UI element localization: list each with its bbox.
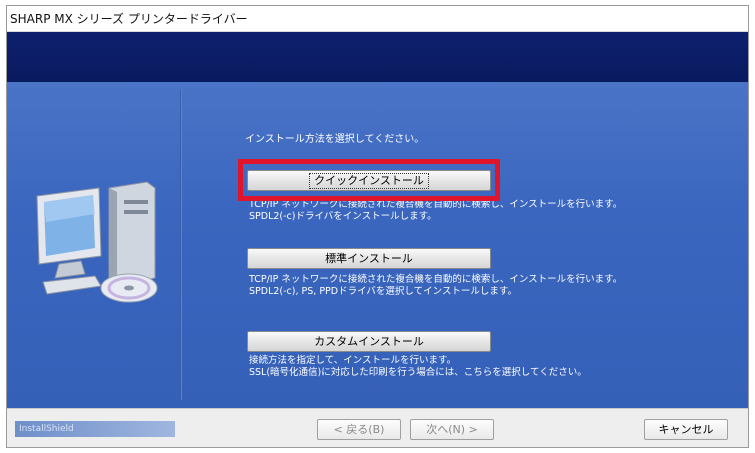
instruction-text: インストール方法を選択してください。 bbox=[245, 134, 425, 145]
content-area: インストール方法を選択してください。 クイックインストール TCP/IP ネット… bbox=[7, 82, 748, 408]
installshield-label: InstallShield bbox=[15, 421, 175, 437]
header-banner bbox=[7, 32, 748, 82]
next-button[interactable]: 次へ(N) > bbox=[410, 419, 494, 440]
standard-install-description: TCP/IP ネットワークに接続された複合機を自動的に検索し、インストールを行い… bbox=[249, 274, 623, 297]
footer-bar: InstallShield < 戻る(B) 次へ(N) > キャンセル bbox=[7, 408, 748, 447]
quick-install-button[interactable]: クイックインストール bbox=[247, 170, 491, 191]
custom-install-description: 接続方法を指定して、インストールを行います。 SSL(暗号化通信)に対応した印刷… bbox=[249, 355, 587, 378]
computer-with-disc-icon bbox=[36, 181, 158, 303]
installer-window: SHARP MX シリーズ プリンタードライバー インストール方法を選択してくだ… bbox=[6, 5, 749, 448]
quick-install-description: TCP/IP ネットワークに接続された複合機を自動的に検索し、インストールを行い… bbox=[249, 199, 623, 222]
cancel-button[interactable]: キャンセル bbox=[644, 419, 728, 440]
back-button[interactable]: < 戻る(B) bbox=[317, 419, 401, 440]
quick-install-label: クイックインストール bbox=[309, 173, 429, 189]
standard-install-button[interactable]: 標準インストール bbox=[247, 248, 491, 269]
custom-install-button[interactable]: カスタムインストール bbox=[247, 331, 491, 352]
panel-divider bbox=[180, 90, 182, 400]
window-title: SHARP MX シリーズ プリンタードライバー bbox=[7, 6, 748, 32]
